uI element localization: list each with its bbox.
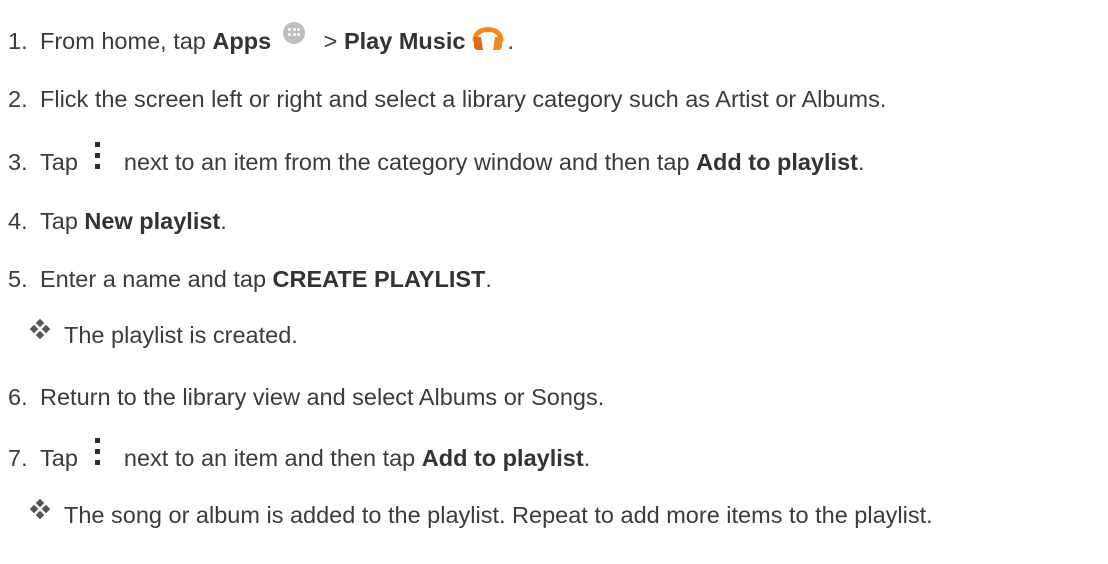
step-5: 5. Enter a name and tap CREATE PLAYLIST … bbox=[0, 264, 492, 294]
result-text: The song or album is added to the playli… bbox=[64, 502, 933, 528]
headphones-icon bbox=[471, 18, 505, 52]
step-number: 6. bbox=[8, 384, 28, 410]
step-text: next to an item from the category window… bbox=[123, 149, 697, 175]
play-music-label: Play Music bbox=[343, 28, 466, 54]
step-number: 7. bbox=[8, 445, 28, 471]
step-number: 1. bbox=[8, 28, 28, 54]
step-number: 3. bbox=[8, 149, 28, 175]
add-to-playlist-label: Add to playlist bbox=[696, 149, 858, 175]
step-text: . bbox=[220, 208, 227, 234]
step-text: Tap bbox=[40, 208, 85, 234]
instructions-document: 1. From home, tap Apps > Play Music . 2.… bbox=[0, 0, 1108, 564]
step-1: 1. From home, tap Apps > Play Music . bbox=[0, 22, 514, 58]
result-2: The song or album is added to the playli… bbox=[0, 498, 933, 530]
step-6: 6. Return to the library view and select… bbox=[0, 382, 604, 412]
step-text: Tap bbox=[40, 445, 78, 471]
step-3: 3. Tap next to an item from the category… bbox=[0, 142, 865, 178]
step-text: . bbox=[857, 149, 865, 175]
step-number: 4. bbox=[8, 208, 28, 234]
step-number: 5. bbox=[8, 266, 28, 292]
step-text: . bbox=[485, 266, 492, 292]
diamond-bullet-icon bbox=[29, 318, 51, 340]
result-text: The playlist is created. bbox=[64, 322, 298, 348]
more-vert-icon bbox=[94, 140, 102, 172]
step-text: next to an item and then tap bbox=[123, 445, 422, 471]
step-text: Return to the library view and select Al… bbox=[40, 384, 605, 410]
apps-label: Apps bbox=[212, 28, 272, 54]
create-playlist-label: CREATE PLAYLIST bbox=[272, 266, 486, 292]
step-text: Flick the screen left or right and selec… bbox=[40, 86, 887, 112]
step-4: 4. Tap New playlist . bbox=[0, 206, 227, 236]
new-playlist-label: New playlist bbox=[84, 208, 221, 234]
result-1: The playlist is created. bbox=[0, 318, 298, 350]
step-text: > bbox=[317, 28, 344, 54]
diamond-bullet-icon bbox=[29, 498, 51, 520]
step-text: Tap bbox=[40, 149, 78, 175]
step-text: Enter a name and tap bbox=[40, 266, 273, 292]
step-7: 7. Tap next to an item and then tap Add … bbox=[0, 438, 591, 474]
more-vert-icon bbox=[94, 436, 102, 468]
step-text: From home, tap bbox=[40, 28, 213, 54]
step-text: . bbox=[583, 445, 591, 471]
step-number: 2. bbox=[8, 86, 28, 112]
step-2: 2. Flick the screen left or right and se… bbox=[0, 84, 886, 114]
add-to-playlist-label: Add to playlist bbox=[421, 445, 584, 471]
step-text: . bbox=[507, 28, 514, 54]
apps-icon bbox=[283, 22, 306, 44]
